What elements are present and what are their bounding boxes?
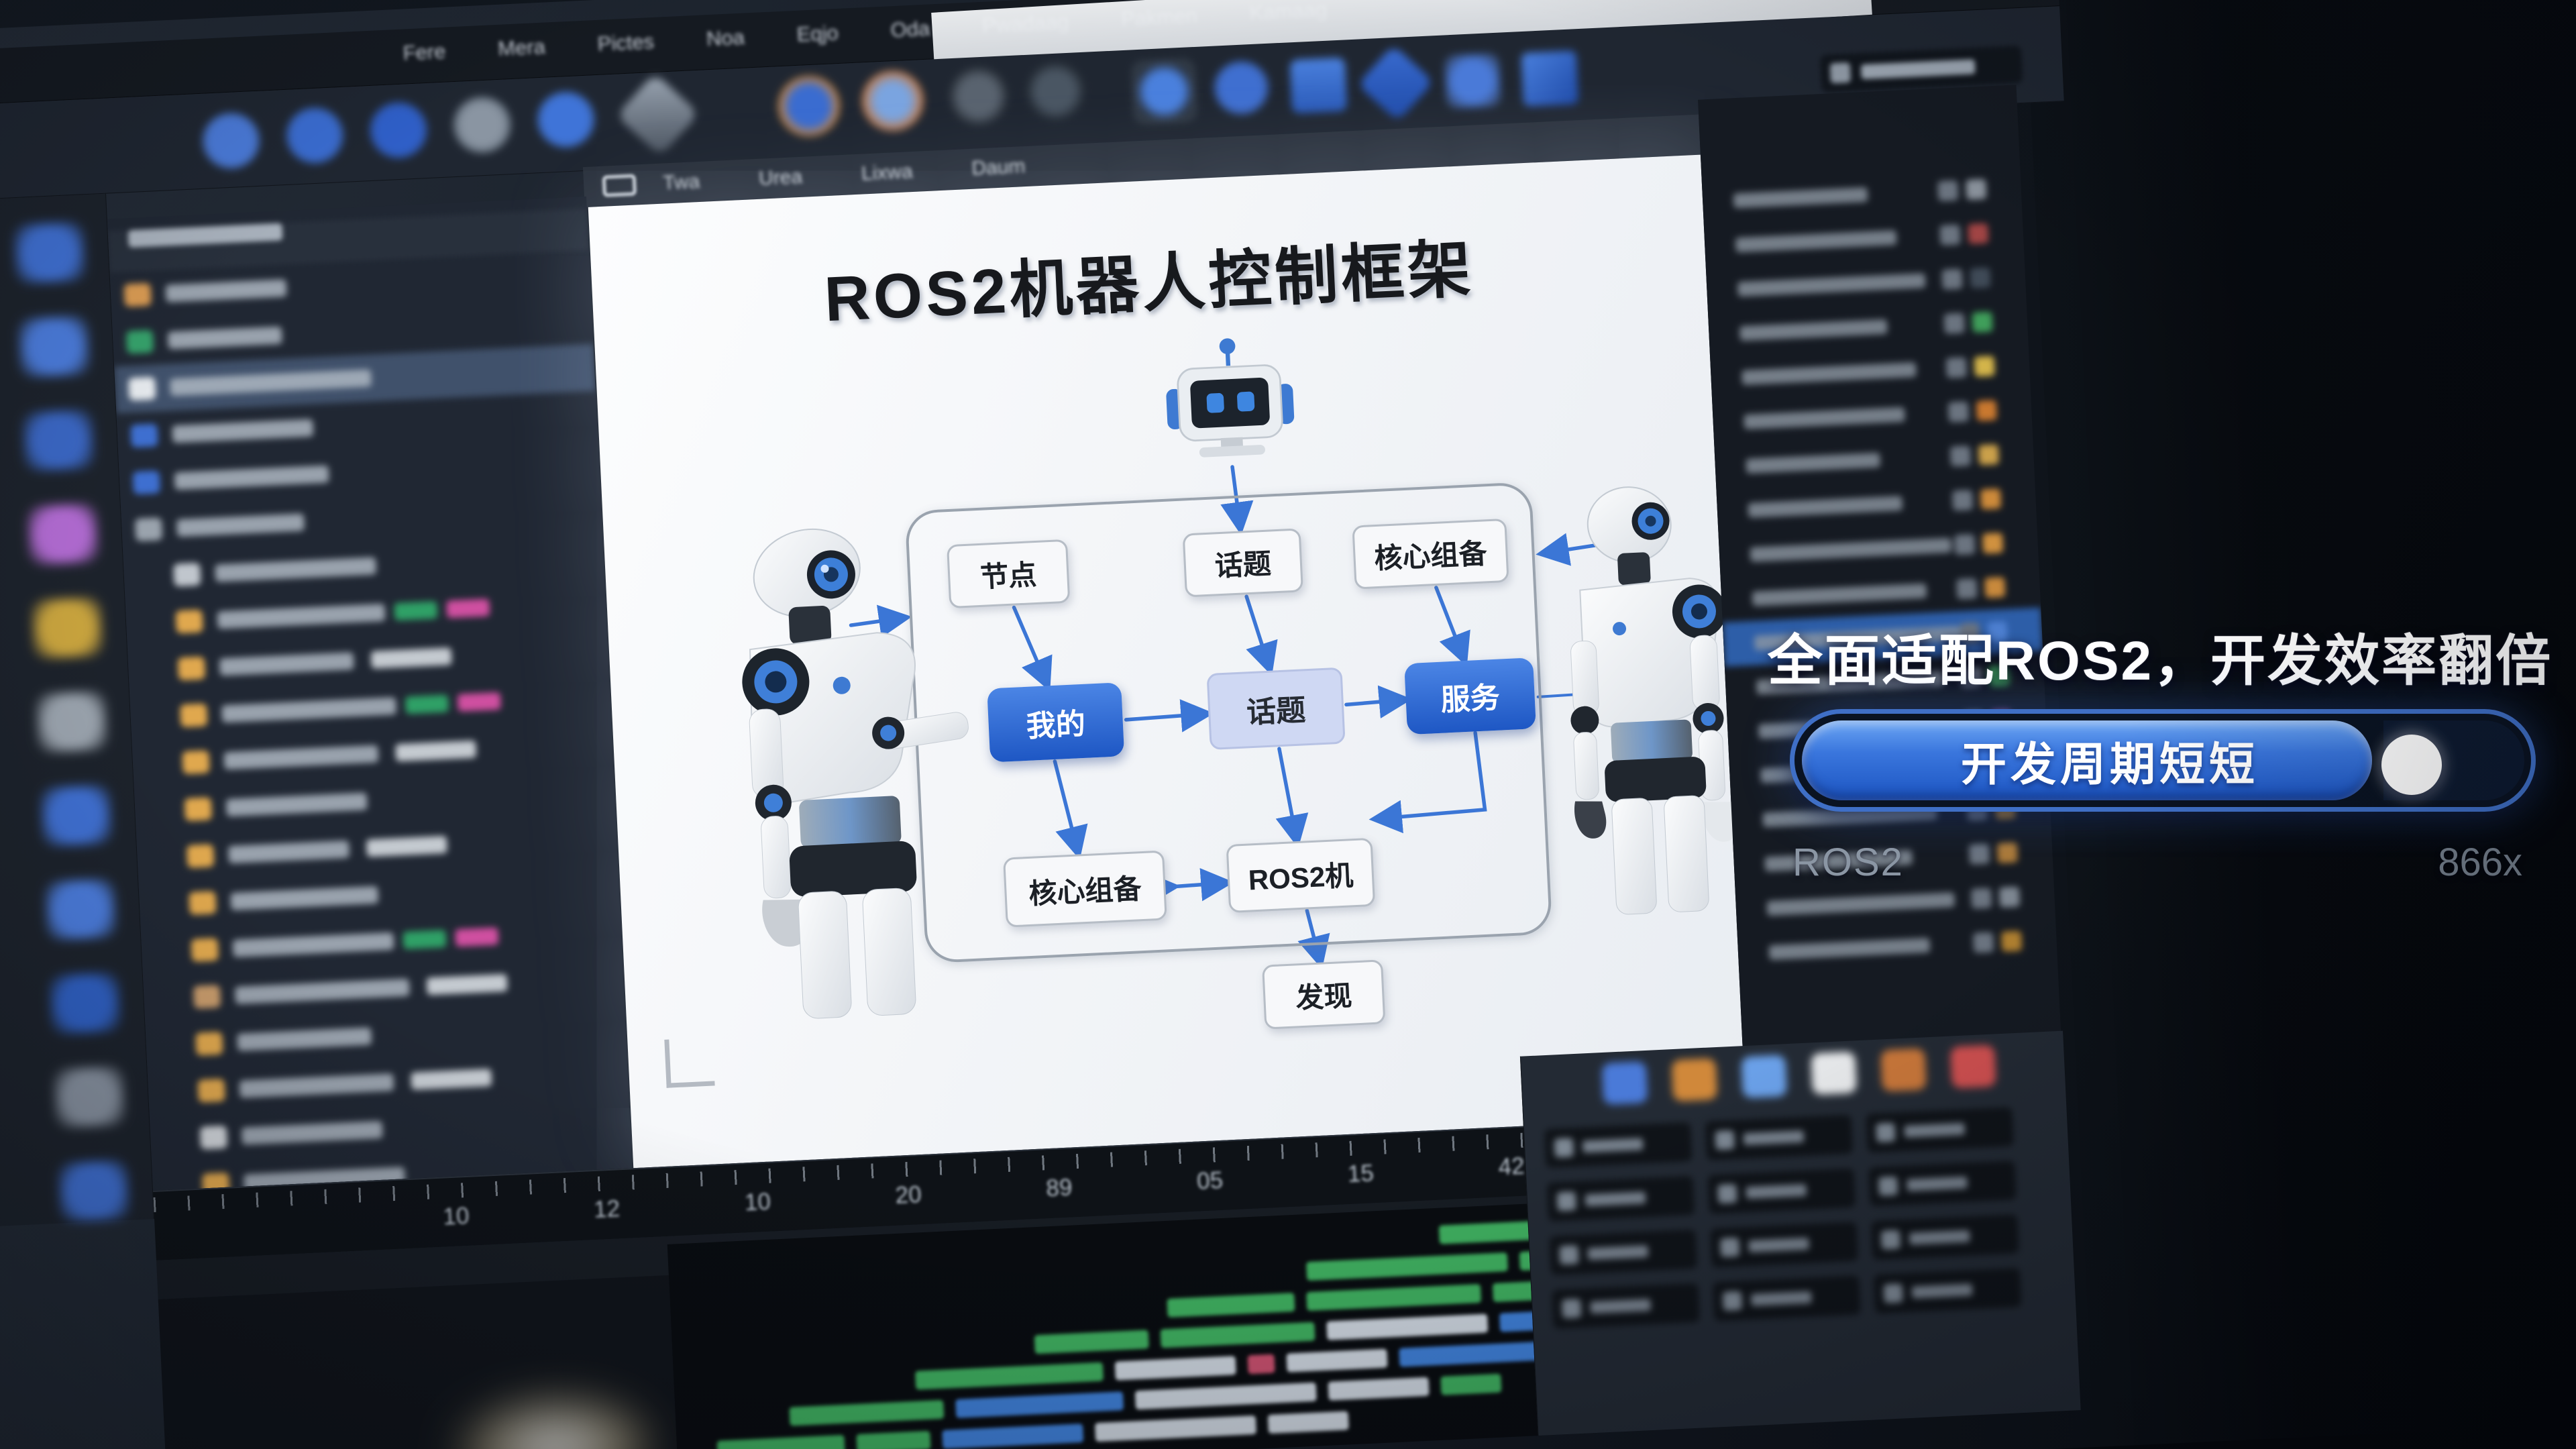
rotate-tool-icon[interactable] — [284, 106, 345, 165]
tool-strip-icon[interactable] — [13, 221, 86, 284]
sphere-object-icon[interactable] — [1213, 60, 1271, 116]
ruler-number: 05 — [1196, 1167, 1224, 1195]
material-sphere2-icon[interactable] — [1024, 60, 1086, 122]
viewport-menu-item[interactable]: Twa — [662, 170, 700, 195]
coordinate-field[interactable] — [1705, 1115, 1853, 1161]
panel-tab-label-blur — [1861, 59, 1976, 79]
panel-icon[interactable] — [1671, 1058, 1717, 1102]
panel-icon[interactable] — [1602, 1061, 1648, 1105]
coordinate-field[interactable] — [1544, 1122, 1692, 1168]
tool-strip-icon[interactable] — [49, 972, 121, 1034]
slider-knob[interactable] — [2381, 735, 2442, 795]
tool-strip-icon[interactable] — [22, 409, 95, 472]
tool-strip-icon[interactable] — [44, 878, 117, 941]
left-strip-icons — [13, 221, 130, 1222]
node-faxian: 发现 — [1262, 959, 1385, 1029]
object-manager-panel[interactable] — [107, 197, 633, 1191]
object-manager-rows — [110, 250, 633, 1191]
coordinate-field[interactable] — [1710, 1222, 1858, 1267]
tool-strip-icon[interactable] — [18, 315, 91, 378]
ruler-number: 10 — [442, 1203, 470, 1231]
slider-caption-left: ROS2 — [1792, 840, 1904, 885]
panel-tab-icon — [1830, 62, 1851, 83]
coordinates-panel — [1520, 1031, 2081, 1436]
coordinate-fields — [1544, 1106, 2043, 1329]
tree-object-icon[interactable] — [1136, 63, 1193, 119]
coordinate-field[interactable] — [1868, 1161, 2016, 1206]
node-wode: 我的 — [987, 682, 1124, 762]
node-ros2: ROS2机 — [1226, 838, 1376, 913]
canvas-corner-mark — [664, 1037, 714, 1087]
scale-tool-icon[interactable] — [368, 101, 429, 160]
coordinate-field[interactable] — [1866, 1107, 2014, 1152]
coordinate-field[interactable] — [1874, 1268, 2021, 1313]
monitor-object-icon[interactable] — [1290, 57, 1348, 113]
node-hexin-1: 核心组备 — [1352, 519, 1509, 590]
tool-strip-icon[interactable] — [27, 503, 99, 566]
ruler-number: 42 — [1498, 1153, 1525, 1181]
node-jiedian: 节点 — [947, 539, 1070, 608]
tool-strip-icon[interactable] — [40, 784, 113, 847]
console-glow — [451, 1390, 657, 1449]
coordinate-field[interactable] — [1708, 1169, 1856, 1214]
pyramid-object-icon[interactable] — [1357, 45, 1434, 121]
cube-blue-icon[interactable] — [1521, 50, 1578, 107]
material-sphere-icon[interactable] — [948, 65, 1010, 127]
tool-strip-icon[interactable] — [36, 691, 108, 753]
coordinate-field[interactable] — [1547, 1176, 1695, 1222]
menu-item[interactable]: Oda — [890, 17, 930, 43]
node-hexin-2: 核心组备 — [1003, 850, 1167, 927]
menu-item[interactable]: Noa — [706, 25, 745, 52]
coordinate-field[interactable] — [1550, 1230, 1697, 1275]
coordinate-field[interactable] — [1713, 1275, 1860, 1321]
node-fuwu: 服务 — [1404, 657, 1536, 735]
slider-label: 开发周期短短 — [1794, 714, 2425, 807]
render-view-icon[interactable] — [777, 74, 841, 138]
viewport-icon — [602, 174, 637, 197]
coordinate-field[interactable] — [1871, 1214, 2019, 1260]
viewport-menu-item[interactable]: Lixwa — [861, 160, 913, 186]
menu-item[interactable]: Mera — [497, 35, 545, 61]
pen-tool-icon[interactable] — [1444, 53, 1501, 109]
ruler-number: 12 — [593, 1195, 621, 1224]
node-huati-2: 话题 — [1207, 667, 1346, 750]
console-left-panel — [158, 1275, 678, 1449]
menu-item[interactable]: Fere — [402, 40, 446, 66]
menu-item[interactable]: Pictes — [597, 30, 655, 56]
robot-head-icon — [1160, 329, 1300, 470]
viewport-canvas[interactable]: ROS2机器人控制框架 — [588, 155, 1746, 1169]
ruler-number: 89 — [1045, 1174, 1073, 1202]
viewport-menu-item[interactable]: Urea — [758, 166, 803, 191]
render-icon[interactable] — [536, 90, 596, 149]
viewport-menu-item[interactable]: Daum — [971, 155, 1026, 180]
ruler-number: 20 — [895, 1181, 922, 1210]
coordinate-field[interactable] — [1552, 1283, 1699, 1329]
attribute-manager-panel[interactable] — [1698, 85, 2062, 1078]
diamond-icon[interactable] — [616, 73, 699, 156]
ruler-number: 10 — [744, 1189, 771, 1217]
left-robot-illustration — [702, 504, 982, 1026]
render-settings-icon[interactable] — [861, 69, 925, 132]
select-tool-icon[interactable] — [452, 95, 513, 154]
menu-item[interactable]: Eqjo — [796, 21, 839, 47]
move-tool-icon[interactable] — [201, 111, 262, 170]
marketing-headline: 全面适配ROS2，开发效率翻倍 — [1751, 616, 2569, 696]
dev-cycle-slider[interactable]: 开发周期短短 — [1790, 709, 2536, 812]
panel-icon[interactable] — [1880, 1048, 1927, 1091]
panel-icon[interactable] — [1741, 1055, 1787, 1098]
photo-of-monitor: FereMeraPictesNoaEqjoOdaPwadaagPakmenKam… — [0, 0, 2576, 1449]
panel-icon[interactable] — [1811, 1051, 1857, 1095]
coordinates-toolbar-icons — [1602, 1044, 1996, 1105]
tool-strip-icon[interactable] — [58, 1160, 130, 1222]
panel-icon[interactable] — [1950, 1044, 1996, 1088]
node-huati-1: 话题 — [1183, 528, 1303, 597]
tool-strip-icon[interactable] — [31, 597, 103, 659]
ruler-number: 15 — [1347, 1160, 1375, 1188]
tool-strip-icon[interactable] — [53, 1066, 125, 1128]
slider-caption-right: 866x — [2361, 840, 2522, 885]
